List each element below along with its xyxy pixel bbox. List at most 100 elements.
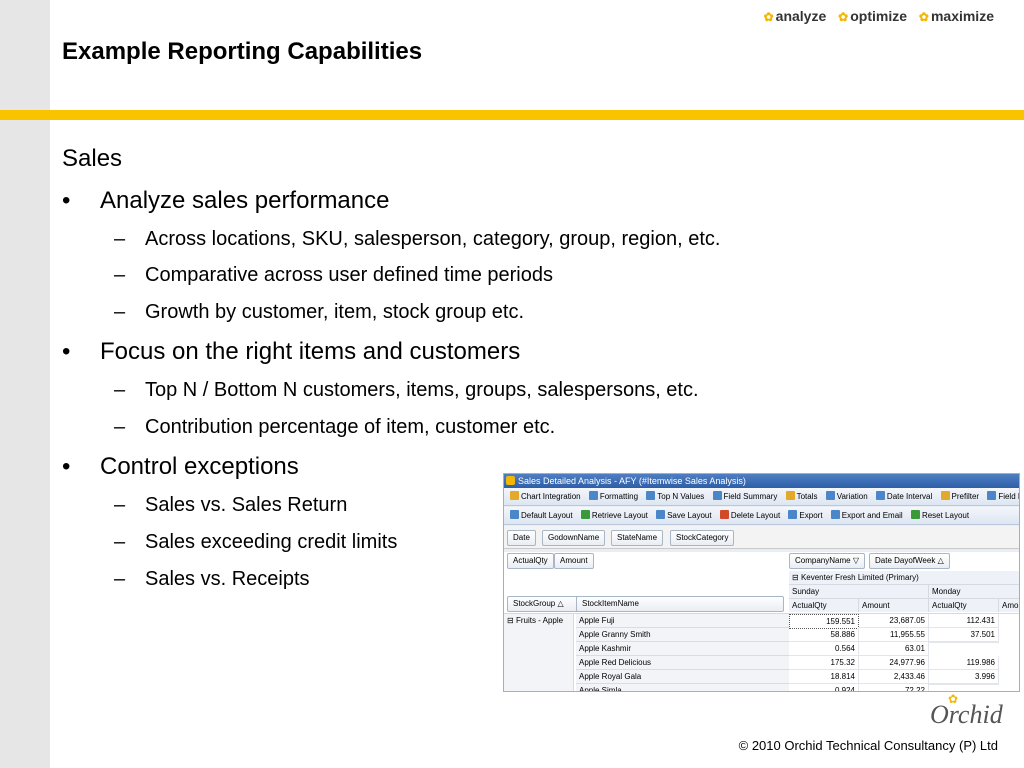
export-icon [788, 510, 798, 519]
retrieve-icon [580, 510, 590, 519]
sort-asc-icon: △ [937, 556, 944, 565]
cell-value[interactable]: 63.01 [859, 642, 929, 656]
page-title: Example Reporting Capabilities [62, 38, 423, 65]
tagline-word-analyze: analyze [775, 8, 827, 24]
formatting-button[interactable]: Formatting [588, 488, 638, 506]
data-field-amount[interactable]: Amount [554, 553, 594, 569]
filter-field-stock-category[interactable]: StockCategory [670, 530, 735, 546]
toolbar-layout: Default Layout Retrieve Layout Save Layo… [504, 507, 1019, 525]
row-field-stock-group[interactable]: StockGroup △ [507, 596, 579, 612]
field-list-button[interactable]: Field Li [987, 488, 1019, 506]
sigma-icon [785, 491, 795, 500]
cell-value[interactable]: 18.814 [789, 670, 859, 684]
save-icon [656, 510, 666, 519]
tagline: ✿ analyze ✿ optimize ✿ maximize [764, 8, 994, 24]
filter-field-godown[interactable]: GodownName [542, 530, 606, 546]
cell-value[interactable]: 37.501 [929, 628, 999, 642]
chart-icon [510, 491, 519, 500]
row-label: Apple Kashmir [576, 642, 789, 656]
orchid-logo: ✿ Orchid [930, 692, 1003, 729]
summary-icon [712, 491, 722, 500]
col-header: ActualQty [789, 599, 859, 612]
cell-value[interactable]: 112.431 [929, 614, 999, 628]
filter-icon [940, 491, 950, 500]
filter-icon: ▽ [852, 556, 859, 565]
top-n-values-button[interactable]: Top N Values [646, 488, 704, 506]
window-title: Sales Detailed Analysis - AFY (#Itemwise… [518, 476, 746, 486]
collapse-icon: ⊟ [792, 573, 799, 582]
flower-icon: ✿ [838, 10, 849, 24]
table-icon [646, 491, 656, 500]
cell-value[interactable]: 159.551 [789, 614, 859, 629]
filter-field-state[interactable]: StateName [611, 530, 664, 546]
filter-field-date[interactable]: Date [507, 530, 536, 546]
pivot-grid: ActualQty Amount CompanyName ▽ Date Dayo… [504, 552, 1019, 691]
cell-value[interactable]: 58.886 [789, 628, 859, 642]
col-header: Amount [859, 599, 929, 612]
retrieve-layout-button[interactable]: Retrieve Layout [580, 507, 648, 525]
variation-button[interactable]: Variation [825, 488, 868, 506]
section-heading: Sales [62, 145, 123, 172]
prefilter-button[interactable]: Prefilter [940, 488, 979, 506]
cell-value[interactable] [929, 684, 999, 685]
default-layout-button[interactable]: Default Layout [510, 507, 573, 525]
list-icon [987, 491, 997, 500]
save-layout-button[interactable]: Save Layout [656, 507, 712, 525]
toolbar-primary: Chart Integration Formatting Top N Value… [504, 488, 1019, 506]
delete-layout-button[interactable]: Delete Layout [719, 507, 780, 525]
export-email-button[interactable]: Export and Email [830, 507, 903, 525]
day-header-sunday: Sunday [789, 585, 929, 599]
chart-integration-button[interactable]: Chart Integration [510, 488, 581, 506]
sales-analysis-window: Sales Detailed Analysis - AFY (#Itemwise… [503, 473, 1020, 692]
bullet-text: Analyze sales performance [100, 187, 390, 214]
column-field-company[interactable]: CompanyName ▽ [789, 553, 865, 569]
row-label: Apple Fuji [576, 614, 789, 628]
cell-value[interactable]: 11,955.55 [859, 628, 929, 642]
tagline-word-optimize: optimize [850, 8, 907, 24]
cell-value[interactable] [929, 642, 999, 643]
cell-value[interactable]: 24,977.96 [859, 656, 929, 670]
company-header[interactable]: ⊟ Keventer Fresh Limited (Primary) [789, 571, 1019, 585]
cell-value[interactable]: 72.22 [859, 684, 929, 691]
app-icon [506, 476, 515, 485]
totals-button[interactable]: Totals [785, 488, 817, 506]
filter-area: Date GodownName StateName StockCategory [504, 526, 1019, 549]
row-label: Apple Royal Gala [576, 670, 789, 684]
delete-icon [719, 510, 729, 519]
cell-value[interactable]: 119.986 [929, 656, 999, 670]
bullet-text: Focus on the right items and customers [100, 338, 521, 365]
group-label[interactable]: ⊟ Fruits - Apple [504, 614, 574, 691]
flower-icon: ✿ [763, 10, 774, 24]
column-field-day-of-week[interactable]: Date DayofWeek △ [869, 553, 950, 569]
cell-value[interactable]: 0.924 [789, 684, 859, 691]
row-label: Apple Red Delicious [576, 656, 789, 670]
date-interval-button[interactable]: Date Interval [875, 488, 932, 506]
cell-value[interactable]: 23,687.05 [859, 614, 929, 628]
col-header: Amo [999, 599, 1019, 612]
formatting-icon [588, 491, 598, 500]
data-field-actualqty[interactable]: ActualQty [507, 553, 554, 569]
variation-icon [825, 491, 835, 500]
tagline-word-maximize: maximize [930, 8, 994, 24]
layout-icon [510, 510, 519, 519]
cell-value[interactable]: 0.564 [789, 642, 859, 656]
day-header-monday: Monday [929, 585, 1019, 599]
row-field-stock-item[interactable]: StockItemName [576, 596, 784, 612]
flower-icon: ✿ [948, 692, 959, 706]
email-icon [830, 510, 840, 519]
cell-value[interactable]: 175.32 [789, 656, 859, 670]
field-summary-button[interactable]: Field Summary [712, 488, 777, 506]
reset-icon [910, 510, 920, 519]
export-button[interactable]: Export [788, 507, 823, 525]
cell-value[interactable]: 3.996 [929, 670, 999, 684]
window-titlebar: Sales Detailed Analysis - AFY (#Itemwise… [504, 474, 1019, 488]
reset-layout-button[interactable]: Reset Layout [910, 507, 969, 525]
flower-icon: ✿ [918, 10, 929, 24]
yellow-divider [0, 110, 1024, 120]
col-header: ActualQty [929, 599, 999, 612]
cell-value[interactable]: 2,433.46 [859, 670, 929, 684]
collapse-icon: ⊟ [507, 616, 514, 625]
copyright-footer: © 2010 Orchid Technical Consultancy (P) … [738, 738, 998, 753]
sort-asc-icon: △ [557, 599, 564, 608]
row-label: Apple Simla [576, 684, 789, 691]
